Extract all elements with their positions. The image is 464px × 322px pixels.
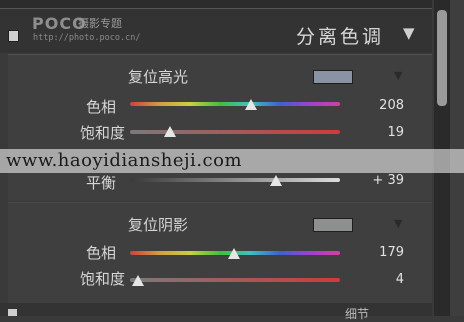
highlights-saturation-value[interactable]: 19 — [344, 125, 404, 140]
shadows-color-swatch[interactable] — [313, 218, 353, 232]
poco-logo-url: http://photo.poco.cn/ — [33, 33, 141, 43]
poco-logo-subtitle: 摄影专题 — [78, 17, 122, 30]
highlights-hue-value[interactable]: 208 — [344, 98, 404, 113]
panel-toggle-switch[interactable] — [8, 30, 19, 42]
shadows-hue-thumb[interactable] — [228, 248, 241, 259]
shadows-hue-label: 色相 — [86, 244, 117, 262]
next-panel-toggle-switch[interactable] — [8, 309, 17, 316]
highlights-hue-slider[interactable] — [130, 102, 340, 106]
reset-shadows-button[interactable]: 复位阴影 — [128, 214, 188, 235]
shadows-saturation-slider[interactable] — [130, 278, 340, 282]
shadows-hue-value[interactable]: 179 — [344, 245, 404, 260]
shadows-saturation-thumb[interactable] — [132, 275, 145, 286]
highlights-saturation-slider[interactable] — [130, 130, 340, 134]
shadows-saturation-label: 饱和度 — [80, 270, 126, 288]
shadows-picker-triangle-icon[interactable]: ▼ — [394, 217, 402, 230]
triangle-down-icon[interactable]: ▼ — [403, 24, 415, 42]
balance-label: 平衡 — [86, 174, 117, 192]
highlights-picker-triangle-icon[interactable]: ▼ — [394, 69, 402, 82]
shadows-saturation-value[interactable]: 4 — [344, 272, 404, 287]
highlights-saturation-thumb[interactable] — [163, 126, 176, 137]
highlights-hue-label: 色相 — [86, 98, 117, 116]
next-panel-title[interactable]: 细节 — [345, 305, 369, 322]
watermark-text: www.haoyidianshejі.com — [6, 150, 243, 171]
balance-value[interactable]: + 39 — [344, 173, 404, 188]
reset-highlights-button[interactable]: 复位高光 — [128, 66, 188, 87]
balance-thumb[interactable] — [269, 175, 282, 186]
highlights-hue-thumb[interactable] — [245, 99, 258, 110]
highlights-color-swatch[interactable] — [313, 70, 353, 84]
highlights-saturation-label: 饱和度 — [80, 124, 126, 142]
panel-top-edge — [0, 0, 432, 9]
balance-slider[interactable] — [130, 178, 340, 182]
panel-title[interactable]: 分离色调 — [296, 22, 384, 49]
scrollbar-thumb[interactable] — [437, 10, 447, 106]
